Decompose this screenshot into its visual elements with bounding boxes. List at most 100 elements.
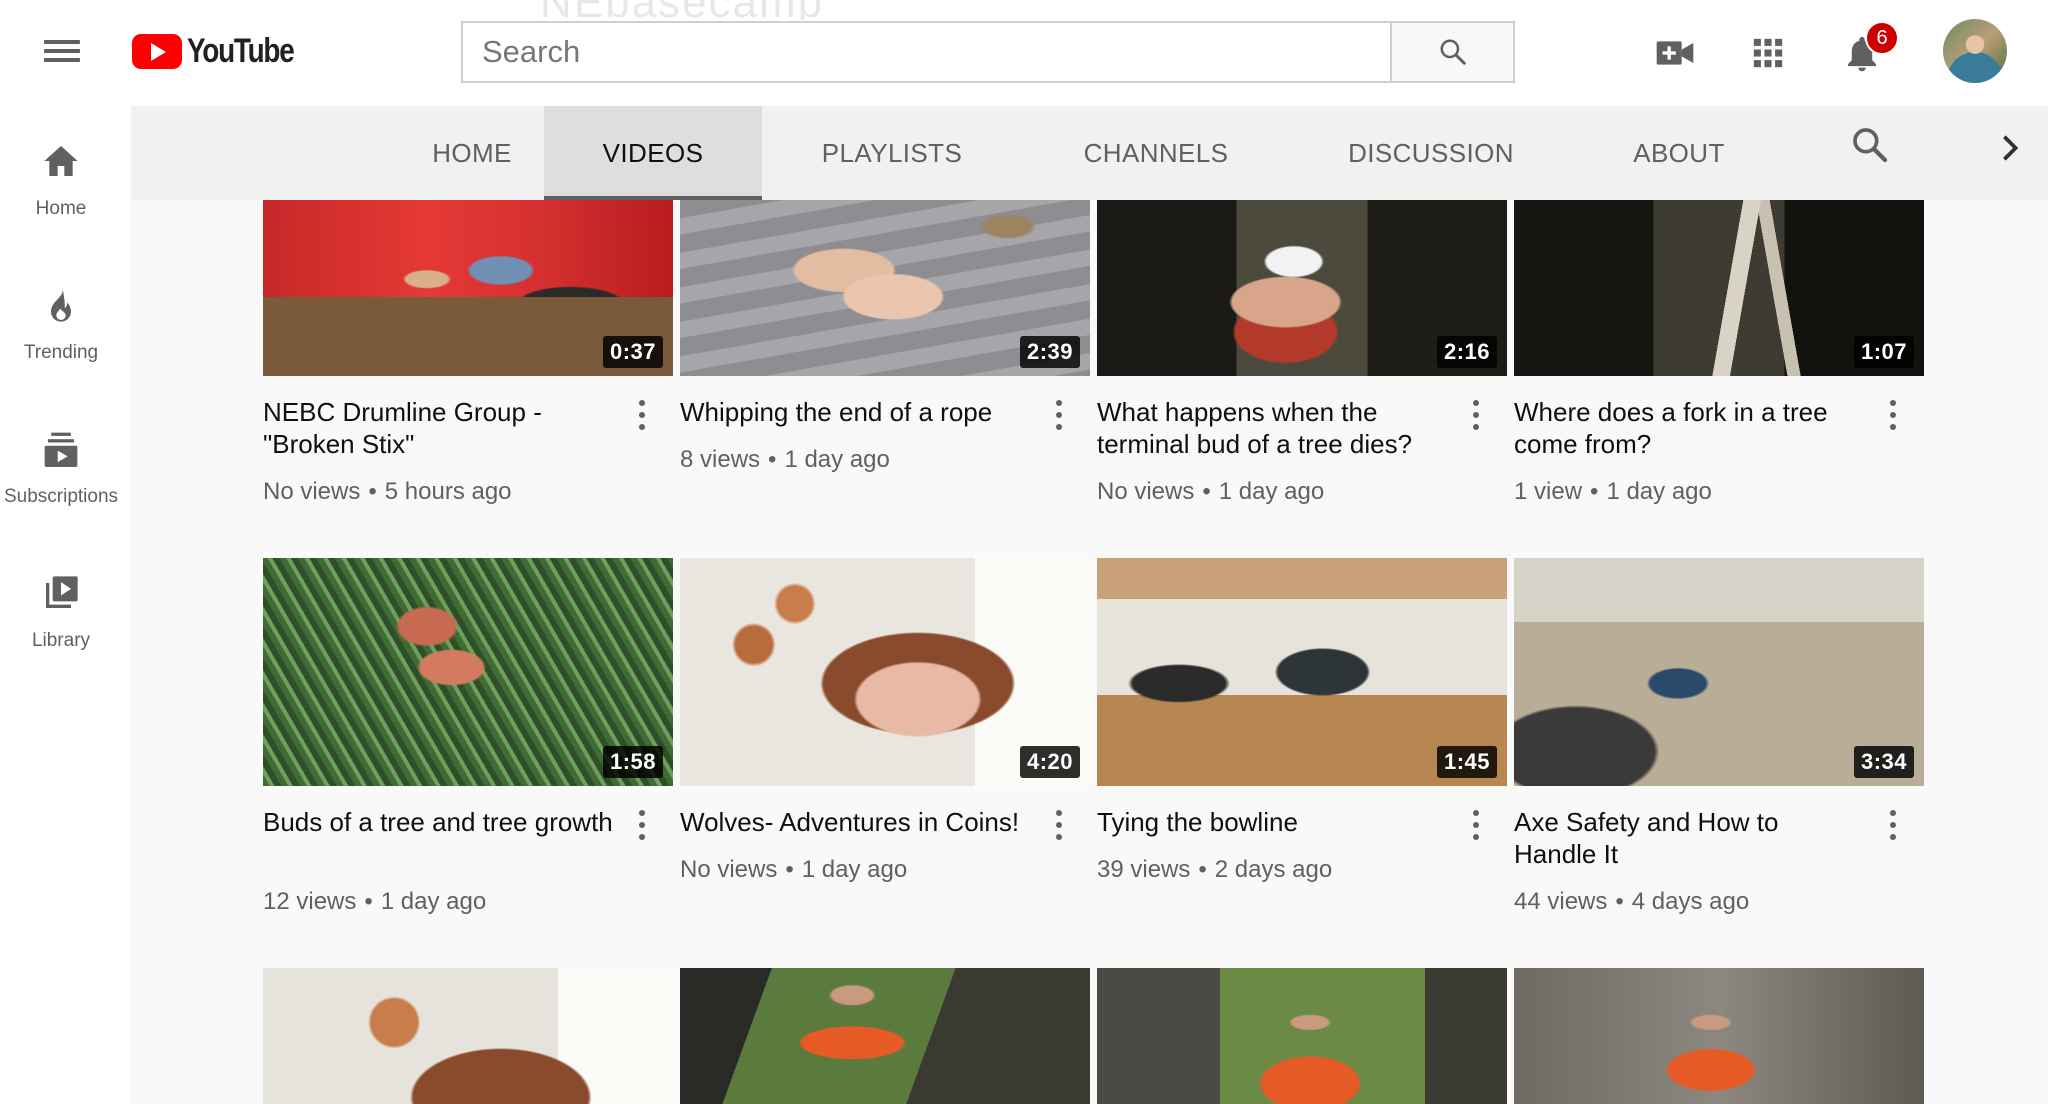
guide-item-trending[interactable]: Trending bbox=[0, 250, 131, 370]
video-menu-button[interactable] bbox=[1469, 808, 1483, 842]
video-title[interactable]: Axe Safety and How to Handle It bbox=[1514, 806, 1864, 870]
guide-item-library[interactable]: Library bbox=[0, 538, 131, 658]
video-title[interactable]: Where does a fork in a tree come from? bbox=[1514, 396, 1864, 460]
subscriptions-icon bbox=[40, 428, 82, 470]
video-title[interactable]: Wolves- Adventures in Coins! bbox=[680, 806, 1030, 838]
video-age: 1 day ago bbox=[1606, 478, 1712, 505]
hamburger-icon-bar bbox=[44, 49, 80, 53]
video-thumbnail[interactable]: 1:07 bbox=[1514, 200, 1924, 376]
video-views: No views bbox=[680, 856, 778, 883]
video-thumbnail[interactable]: 3:34 bbox=[1514, 558, 1924, 786]
channel-search-button[interactable] bbox=[1850, 125, 1890, 165]
video-metadata: 8 views • 1 day ago bbox=[680, 446, 890, 474]
apps-grid-icon bbox=[1753, 38, 1783, 68]
logo-text: YouTube bbox=[187, 31, 295, 70]
search-input[interactable] bbox=[461, 21, 1390, 83]
trending-icon bbox=[40, 284, 82, 326]
video-views: 8 views bbox=[680, 446, 761, 473]
video-age: 5 hours ago bbox=[384, 478, 512, 505]
video-title[interactable]: Buds of a tree and tree growth bbox=[263, 806, 613, 838]
video-title[interactable]: Tying the bowline bbox=[1097, 806, 1447, 838]
video-thumbnail[interactable] bbox=[1097, 968, 1507, 1104]
guide-menu-button[interactable] bbox=[40, 34, 84, 70]
video-menu-button[interactable] bbox=[1052, 398, 1066, 432]
video-age: 1 day ago bbox=[801, 856, 908, 883]
tab-channels[interactable]: CHANNELS bbox=[1022, 106, 1290, 200]
kebab-icon-dot bbox=[1890, 822, 1896, 828]
video-thumbnail[interactable]: 1:45 bbox=[1097, 558, 1507, 786]
video-metadata: 44 views • 4 days ago bbox=[1514, 888, 1749, 916]
video-camera-plus-icon bbox=[1656, 41, 1694, 65]
video-duration: 1:07 bbox=[1853, 336, 1914, 368]
tab-videos[interactable]: VIDEOS bbox=[544, 106, 762, 200]
banner-ghost-text: NEbasecamp bbox=[540, 0, 824, 20]
video-menu-button[interactable] bbox=[635, 398, 649, 432]
video-thumbnail[interactable]: 1:58 bbox=[263, 558, 673, 786]
chevron-right-icon bbox=[2003, 135, 2019, 161]
account-avatar[interactable] bbox=[1943, 19, 2007, 83]
video-thumbnail[interactable] bbox=[1514, 968, 1924, 1104]
guide-item-label: Subscriptions bbox=[3, 486, 119, 507]
video-duration: 0:37 bbox=[602, 336, 663, 368]
video-metadata: 12 views • 1 day ago bbox=[263, 888, 486, 916]
video-thumbnail[interactable]: 0:37 bbox=[263, 200, 673, 376]
video-metadata: No views • 1 day ago bbox=[680, 856, 907, 884]
video-thumbnail[interactable]: 2:16 bbox=[1097, 200, 1507, 376]
channel-tabs: HOME VIDEOS PLAYLISTS CHANNELS DISCUSSIO… bbox=[131, 106, 2048, 200]
kebab-icon-dot bbox=[1473, 810, 1479, 816]
search-icon bbox=[1440, 39, 1466, 65]
video-thumbnail[interactable] bbox=[680, 968, 1090, 1104]
search-button[interactable] bbox=[1390, 21, 1515, 83]
kebab-icon-dot bbox=[639, 412, 645, 418]
video-thumbnail[interactable]: 2:39 bbox=[680, 200, 1090, 376]
video-title[interactable]: What happens when the terminal bud of a … bbox=[1097, 396, 1447, 460]
video-thumbnail[interactable]: 4:20 bbox=[680, 558, 1090, 786]
meta-separator: • bbox=[1615, 888, 1624, 915]
video-age: 1 day ago bbox=[380, 888, 487, 915]
tab-discussion[interactable]: DISCUSSION bbox=[1290, 106, 1572, 200]
kebab-icon-dot bbox=[1890, 412, 1896, 418]
kebab-icon-dot bbox=[1890, 834, 1896, 840]
tab-home[interactable]: HOME bbox=[380, 106, 564, 200]
video-age: 2 days ago bbox=[1214, 856, 1333, 883]
kebab-icon-dot bbox=[1056, 834, 1062, 840]
kebab-icon-dot bbox=[1056, 424, 1062, 430]
youtube-play-icon bbox=[132, 33, 182, 69]
video-duration: 2:39 bbox=[1019, 336, 1080, 368]
tabs-scroll-next-button[interactable] bbox=[1998, 133, 2022, 163]
video-title[interactable]: NEBC Drumline Group - "Broken Stix" bbox=[263, 396, 613, 460]
video-metadata: No views • 1 day ago bbox=[1097, 478, 1324, 506]
tab-about[interactable]: ABOUT bbox=[1572, 106, 1786, 200]
meta-separator: • bbox=[1202, 478, 1211, 505]
kebab-icon-dot bbox=[639, 810, 645, 816]
guide-item-label: Home bbox=[35, 198, 87, 219]
video-title[interactable]: Whipping the end of a rope bbox=[680, 396, 1030, 428]
video-views: 12 views bbox=[263, 888, 357, 915]
guide-sidebar: Home Trending Subscriptions Library bbox=[0, 106, 131, 1104]
kebab-icon-dot bbox=[1473, 834, 1479, 840]
meta-separator: • bbox=[785, 856, 794, 883]
video-menu-button[interactable] bbox=[635, 808, 649, 842]
video-menu-button[interactable] bbox=[1469, 398, 1483, 432]
video-menu-button[interactable] bbox=[1052, 808, 1066, 842]
kebab-icon-dot bbox=[639, 400, 645, 406]
video-views: 44 views bbox=[1514, 888, 1608, 915]
video-thumbnail[interactable] bbox=[263, 968, 673, 1104]
tab-playlists[interactable]: PLAYLISTS bbox=[762, 106, 1022, 200]
guide-item-label: Library bbox=[31, 630, 91, 651]
create-video-button[interactable] bbox=[1650, 28, 1700, 78]
apps-button[interactable] bbox=[1743, 28, 1793, 78]
video-menu-button[interactable] bbox=[1886, 808, 1900, 842]
guide-item-home[interactable]: Home bbox=[0, 106, 131, 226]
youtube-logo[interactable]: YouTube bbox=[132, 31, 317, 71]
video-menu-button[interactable] bbox=[1886, 398, 1900, 432]
video-age: 4 days ago bbox=[1631, 888, 1750, 915]
kebab-icon-dot bbox=[639, 424, 645, 430]
meta-separator: • bbox=[1198, 856, 1207, 883]
notification-count-badge: 6 bbox=[1865, 21, 1899, 55]
video-duration: 4:20 bbox=[1019, 746, 1080, 778]
guide-item-subscriptions[interactable]: Subscriptions bbox=[0, 394, 131, 514]
video-age: 1 day ago bbox=[784, 446, 890, 473]
library-icon bbox=[40, 572, 82, 614]
kebab-icon-dot bbox=[1890, 424, 1896, 430]
